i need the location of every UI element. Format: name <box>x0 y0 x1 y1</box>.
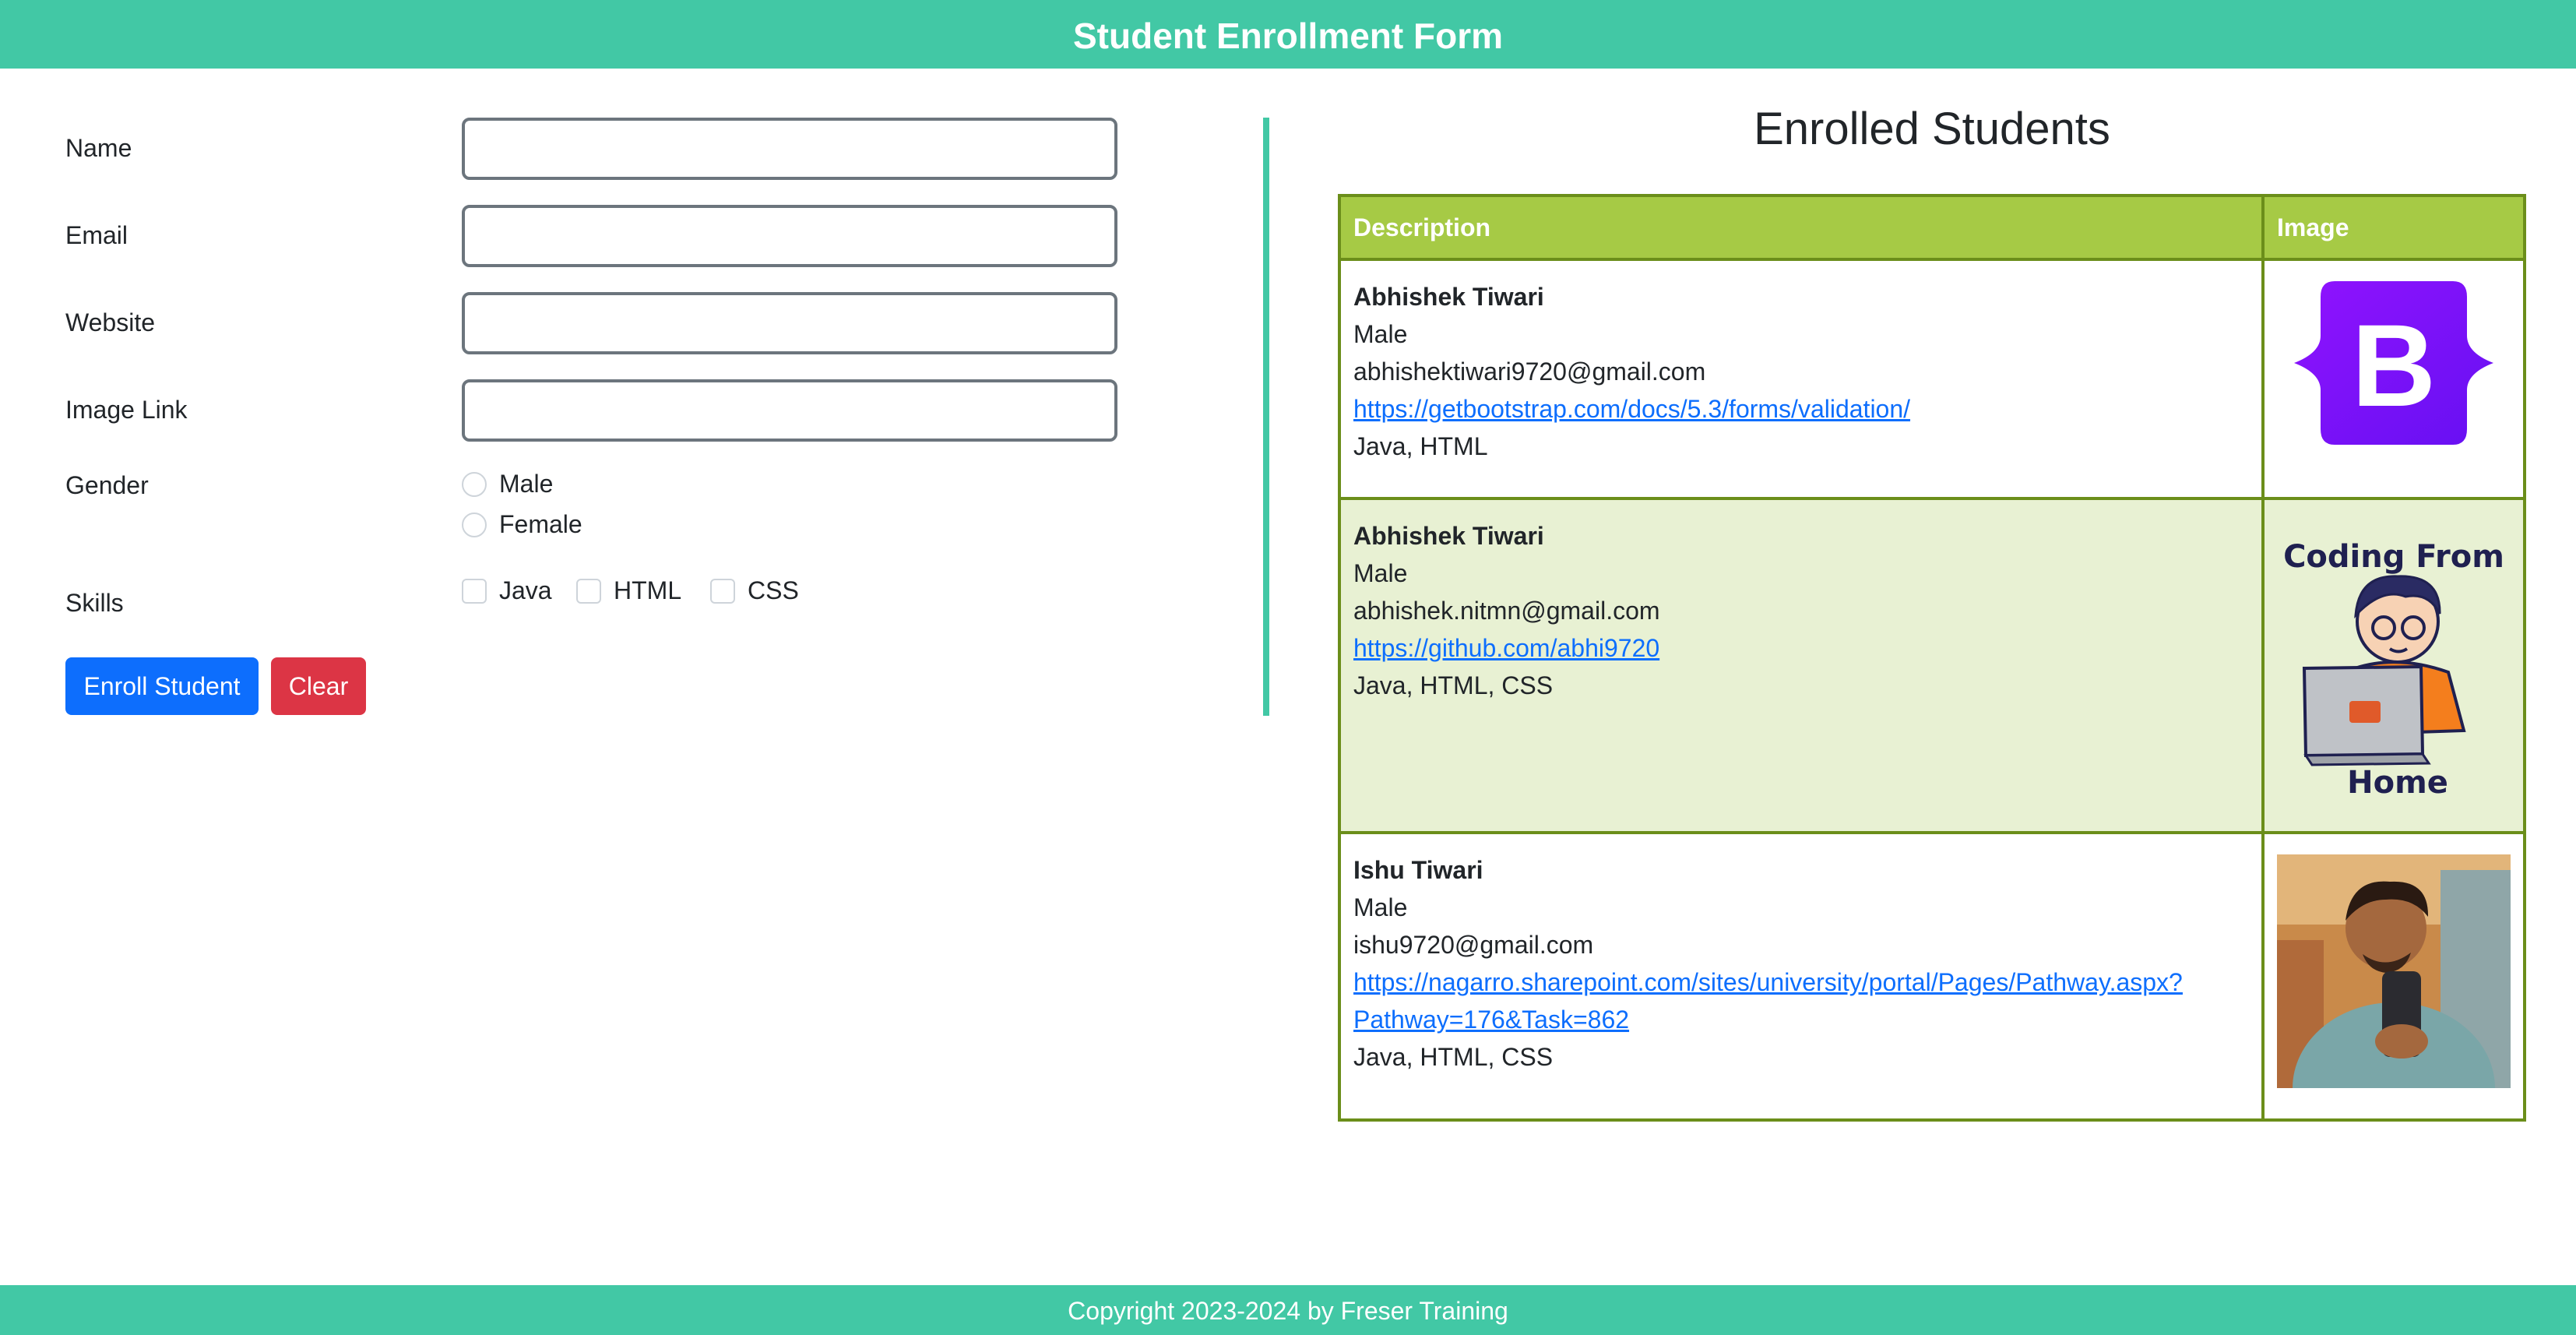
skill-css-label: CSS <box>748 576 799 604</box>
student-email: abhishek.nitmn@gmail.com <box>1353 597 1660 625</box>
skill-java-label: Java <box>499 576 552 604</box>
student-email: abhishektiwari9720@gmail.com <box>1353 358 1706 386</box>
illustration-caption-bottom: Home <box>2347 765 2448 801</box>
student-skills: Java, HTML <box>1353 432 1488 460</box>
student-skills: Java, HTML, CSS <box>1353 1043 1554 1071</box>
gender-male-radio[interactable] <box>462 471 487 497</box>
skills-label: Skills <box>65 589 124 617</box>
student-skills: Java, HTML, CSS <box>1353 671 1554 699</box>
student-description: Abhishek Tiwari Male abhishek.nitmn@gmai… <box>1341 498 2265 834</box>
person-selfie-photo <box>2277 854 2511 1174</box>
student-name: Abhishek Tiwari <box>1353 283 1544 311</box>
table-row: Abhishek Tiwari Male abhishektiwari9720@… <box>1341 259 2523 500</box>
column-header-image: Image <box>2263 197 2523 261</box>
student-website-link[interactable]: https://getbootstrap.com/docs/5.3/forms/… <box>1353 390 2249 428</box>
vertical-divider <box>1263 118 1269 716</box>
gender-male-label: Male <box>499 470 554 498</box>
student-image-cell: Coding From Home <box>2263 498 2523 834</box>
page-footer: Copyright 2023-2024 by Freser Training <box>0 1285 2576 1335</box>
page-header: Student Enrollment Form <box>0 0 2576 69</box>
enrolled-students-title: Enrolled Students <box>1754 104 2110 154</box>
name-label: Name <box>65 134 132 162</box>
students-table: Description Image Abhishek Tiwari Male a… <box>1338 194 2526 1174</box>
student-website-link[interactable]: https://github.com/abhi9720 <box>1353 629 2249 667</box>
skill-html-option[interactable]: HTML <box>576 576 681 605</box>
bootstrap-logo-icon: B <box>2294 281 2493 445</box>
enroll-student-button[interactable]: Enroll Student <box>65 657 259 715</box>
gender-label: Gender <box>65 471 149 499</box>
clear-button[interactable]: Clear <box>271 657 366 715</box>
column-header-description: Description <box>1341 197 2265 261</box>
svg-text:B: B <box>2352 300 2436 431</box>
image-link-label: Image Link <box>65 396 188 424</box>
student-description: Abhishek Tiwari Male abhishektiwari9720@… <box>1341 259 2265 500</box>
gender-female-label: Female <box>499 510 582 538</box>
skill-css-checkbox[interactable] <box>710 578 735 604</box>
skill-java-checkbox[interactable] <box>462 578 487 604</box>
gender-female-radio[interactable] <box>462 512 487 537</box>
skill-html-label: HTML <box>614 576 682 604</box>
name-input[interactable] <box>462 118 1117 180</box>
skill-html-checkbox[interactable] <box>576 578 601 604</box>
coding-from-home-illustration: Coding From Home <box>2283 539 2504 801</box>
student-email: ishu9720@gmail.com <box>1353 931 1594 959</box>
table-row: Abhishek Tiwari Male abhishek.nitmn@gmai… <box>1341 498 2523 834</box>
student-image-cell <box>2263 833 2523 1174</box>
table-header-row: Description Image <box>1341 197 2523 261</box>
table-row: Ishu Tiwari Male ishu9720@gmail.com http… <box>1341 833 2523 1174</box>
gender-male-option[interactable]: Male <box>462 470 553 498</box>
email-input[interactable] <box>462 205 1117 267</box>
student-gender: Male <box>1353 559 1408 587</box>
page-title: Student Enrollment Form <box>1073 16 1503 56</box>
student-description: Ishu Tiwari Male ishu9720@gmail.com http… <box>1341 833 2265 1118</box>
email-label: Email <box>65 221 128 249</box>
image-link-input[interactable] <box>462 379 1117 442</box>
gender-female-option[interactable]: Female <box>462 510 582 539</box>
student-website-line-1: https://nagarro.sharepoint.com/sites/uni… <box>1353 968 2183 996</box>
student-gender: Male <box>1353 320 1408 348</box>
student-image-cell: B <box>2263 259 2523 500</box>
student-name: Abhishek Tiwari <box>1353 522 1544 550</box>
illustration-caption-top: Coding From <box>2283 539 2504 575</box>
student-website-link[interactable]: https://nagarro.sharepoint.com/sites/uni… <box>1353 963 2249 1038</box>
student-name: Ishu Tiwari <box>1353 856 1483 884</box>
copyright-text: Copyright 2023-2024 by Freser Training <box>1068 1297 1508 1325</box>
student-gender: Male <box>1353 893 1408 921</box>
student-website-line-2: Pathway=176&Task=862 <box>1353 1006 1630 1034</box>
website-label: Website <box>65 308 156 336</box>
skill-java-option[interactable]: Java <box>462 576 552 605</box>
skill-css-option[interactable]: CSS <box>710 576 799 605</box>
website-input[interactable] <box>462 292 1117 354</box>
